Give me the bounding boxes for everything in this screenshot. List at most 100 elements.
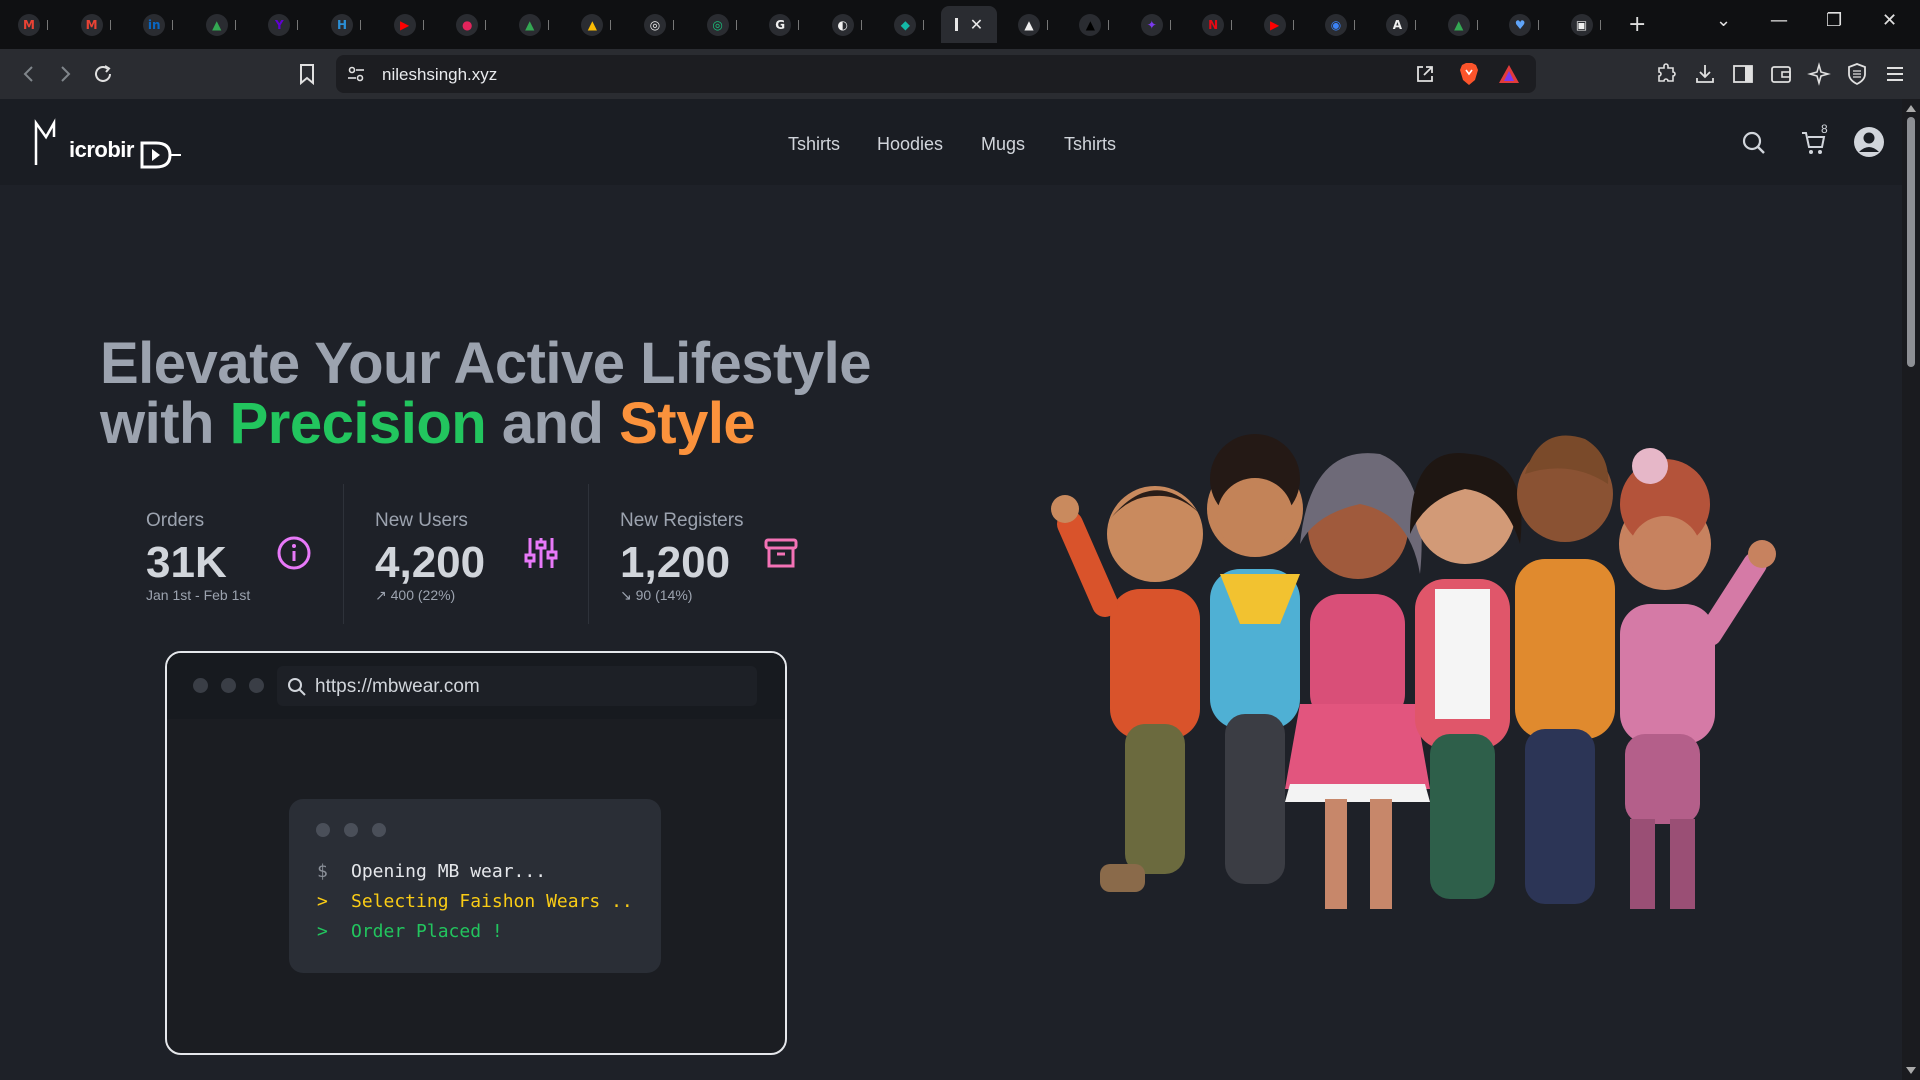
reload-button[interactable]: [90, 61, 116, 87]
tab-separator: [1415, 20, 1417, 30]
user-avatar-icon[interactable]: [1852, 125, 1886, 159]
terminal-line: $ Opening MB wear...: [317, 861, 547, 882]
active-tab[interactable]: ✕: [941, 6, 997, 43]
browser-tab[interactable]: ▲: [1061, 6, 1119, 43]
browser-tab[interactable]: ◎: [626, 6, 684, 43]
terminal-dot: [372, 823, 386, 837]
stats-panel: Orders 31K Jan 1st - Feb 1st New Users 4…: [100, 484, 835, 624]
browser-tab-bar: M Min ▲ Y H ▶ ● ▲ ▲ ◎ ◎ G ◐ ◆ ✕ ▲ ▲ ✦ N ▶ ◉ A ▲ ♥ ▣ + ⌄ — ❐ ✕: [0, 0, 1920, 49]
sidebar-icon[interactable]: [1731, 62, 1755, 86]
browser-tab[interactable]: ◆: [876, 6, 934, 43]
mockup-dot: [221, 678, 236, 693]
app-icon: ▣: [1570, 13, 1593, 36]
browser-tab[interactable]: ▲: [563, 6, 621, 43]
netflix-icon: N: [1202, 13, 1225, 36]
tab-separator: [1476, 20, 1478, 30]
nav-link-tshirts[interactable]: Tshirts: [788, 134, 840, 155]
hero-highlight-precision: Precision: [229, 391, 487, 456]
scroll-up-arrow-icon[interactable]: [1906, 105, 1916, 112]
tab-separator: [1354, 20, 1355, 30]
app-icon: ✦: [1140, 13, 1163, 36]
close-tab-icon[interactable]: ✕: [970, 15, 983, 35]
new-tab-button[interactable]: +: [1628, 12, 1646, 37]
drive-icon: ▲: [1447, 13, 1470, 36]
browser-tab[interactable]: ♥: [1491, 6, 1549, 43]
yahoo-icon: Y: [268, 13, 291, 36]
figure-5: [1515, 435, 1615, 904]
app-icon: ♥: [1509, 13, 1532, 36]
tab-separator: [1047, 20, 1048, 30]
browser-tab[interactable]: N: [1184, 6, 1242, 43]
stat-desc: ↘︎ 90 (14%): [620, 587, 693, 603]
mockup-url-bar: https://mbwear.com: [277, 666, 757, 706]
stat-new-registers: New Registers 1,200 ↘︎ 90 (14%): [589, 484, 835, 624]
browser-tab[interactable]: ◉: [1307, 6, 1365, 43]
leo-ai-icon[interactable]: [1807, 62, 1831, 86]
drive-icon: ▲: [518, 13, 541, 36]
terminal-dot: [316, 823, 330, 837]
menu-icon[interactable]: [1883, 62, 1907, 86]
address-bar[interactable]: nileshsingh.xyz: [336, 55, 1536, 93]
browser-tab[interactable]: ✦: [1123, 6, 1181, 43]
browser-tab[interactable]: H: [313, 6, 371, 43]
scroll-down-arrow-icon[interactable]: [1906, 1067, 1916, 1074]
brave-shields-icon[interactable]: [1458, 62, 1480, 86]
figure-3: [1285, 453, 1430, 909]
url-text[interactable]: nileshsingh.xyz: [382, 65, 497, 85]
hero-highlight-style: Style: [619, 391, 756, 456]
extensions-icon[interactable]: [1655, 62, 1679, 86]
tab-search-chevron-icon[interactable]: ⌄: [1716, 10, 1731, 31]
browser-tab[interactable]: ●: [438, 6, 496, 43]
browser-tab[interactable]: ◎: [689, 6, 747, 43]
restore-button[interactable]: ❐: [1826, 10, 1842, 31]
hero-middle-word: and: [486, 391, 620, 456]
close-window-button[interactable]: ✕: [1882, 10, 1897, 31]
app-icon: ●: [456, 13, 479, 36]
share-icon[interactable]: [1414, 63, 1436, 85]
browser-tab[interactable]: M: [0, 6, 58, 43]
browser-tab[interactable]: ▶: [1246, 6, 1304, 43]
vpn-icon[interactable]: [1845, 62, 1869, 86]
nav-link-hoodies[interactable]: Hoodies: [877, 134, 943, 155]
browser-tab[interactable]: G: [751, 6, 809, 43]
scrollbar-thumb[interactable]: [1907, 117, 1915, 367]
tab-separator: [422, 20, 424, 30]
browser-tab[interactable]: ▲: [1000, 6, 1058, 43]
nav-link-tshirts-2[interactable]: Tshirts: [1064, 134, 1116, 155]
download-icon[interactable]: [1693, 62, 1717, 86]
browser-tab[interactable]: ▣: [1553, 6, 1611, 43]
search-icon[interactable]: [1740, 129, 1768, 157]
sliders-icon: [524, 538, 558, 568]
browser-tab[interactable]: ▶: [376, 6, 434, 43]
browser-tab[interactable]: A: [1368, 6, 1426, 43]
tab-separator: [485, 20, 487, 30]
tab-separator: [860, 20, 862, 30]
browser-tab[interactable]: ▲: [1430, 6, 1488, 43]
browser-tab[interactable]: ▲: [501, 6, 559, 43]
nav-link-mugs[interactable]: Mugs: [981, 134, 1025, 155]
back-button[interactable]: [16, 61, 42, 87]
browser-tab[interactable]: in: [125, 6, 183, 43]
brave-rewards-icon[interactable]: [1498, 63, 1520, 85]
bookmark-icon[interactable]: [294, 61, 320, 87]
openai-icon: ◎: [644, 13, 666, 36]
tab-separator: [735, 20, 737, 30]
vercel-icon: ▲: [1079, 13, 1102, 36]
browser-tab[interactable]: ◐: [814, 6, 872, 43]
grammarly-icon: G: [769, 13, 792, 36]
tab-separator: [1538, 20, 1540, 30]
browser-tab[interactable]: ▲: [188, 6, 246, 43]
browser-tab[interactable]: M: [63, 6, 121, 43]
app-icon: A: [1386, 13, 1409, 36]
page-scrollbar[interactable]: [1902, 99, 1920, 1080]
forward-button[interactable]: [52, 61, 78, 87]
info-icon: [277, 536, 311, 570]
gmail-icon: M: [18, 13, 40, 36]
browser-mockup: https://mbwear.com $ Opening MB wear... >…: [165, 651, 787, 1055]
site-settings-icon[interactable]: [346, 64, 366, 84]
browser-tab[interactable]: Y: [250, 6, 308, 43]
wallet-icon[interactable]: [1769, 62, 1793, 86]
tab-separator: [547, 20, 549, 30]
github-icon: ◐: [831, 13, 854, 36]
minimize-button[interactable]: —: [1770, 10, 1788, 31]
